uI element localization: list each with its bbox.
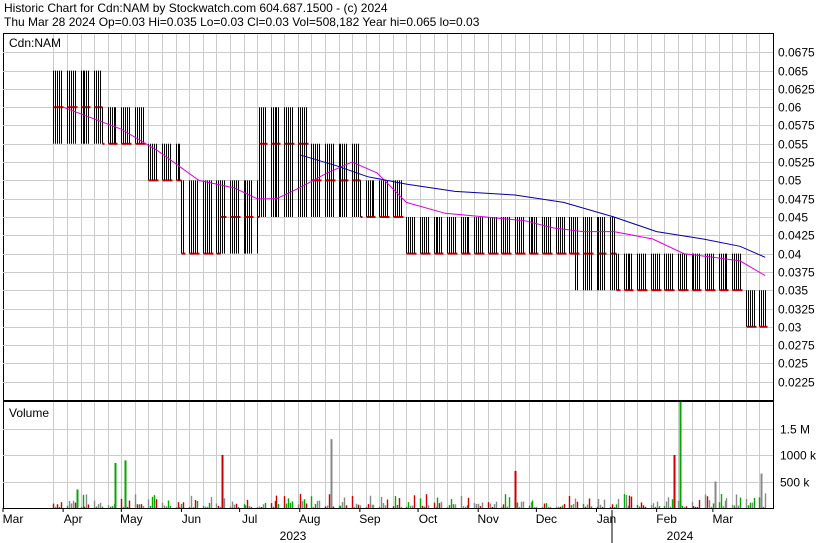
price-tick-label: 0.055	[778, 138, 808, 152]
price-tick-label: 0.0675	[778, 46, 815, 60]
price-bars	[53, 70, 768, 328]
volume-tick-label: 500 k	[780, 476, 810, 490]
price-tick-label: 0.0525	[778, 156, 815, 170]
month-label: Jul	[242, 512, 257, 526]
price-tick-label: 0.0425	[778, 229, 815, 243]
month-label: Sep	[359, 512, 381, 526]
month-label: Nov	[478, 512, 499, 526]
price-tick-label: 0.025	[778, 357, 808, 371]
volume-tick-label: 1.5 M	[780, 423, 810, 437]
price-tick-label: 0.03	[778, 321, 802, 335]
month-axis-labels: Mar Apr May Jun Jul Aug Sep Oct Nov Dec Jan Feb Mar	[2, 508, 734, 526]
price-tick-label: 0.0475	[778, 193, 815, 207]
price-tick-label: 0.0325	[778, 303, 815, 317]
year-label-2023: 2023	[280, 529, 307, 543]
month-label: May	[120, 512, 143, 526]
volume-panel-title: Volume	[9, 406, 49, 420]
price-tick-label: 0.045	[778, 211, 808, 225]
price-tick-label: 0.0225	[778, 376, 815, 390]
month-label: Dec	[536, 512, 557, 526]
price-axis-labels: 0.0675 0.065 0.0625 0.06 0.0575 0.055 0.0525 0.…	[778, 46, 815, 390]
price-tick-label: 0.05	[778, 174, 802, 188]
stock-chart: 0.0675 0.065 0.0625 0.06 0.0575 0.055 0.0525 0.…	[2, 33, 817, 543]
price-tick-label: 0.035	[778, 284, 808, 298]
price-tick-label: 0.0375	[778, 266, 815, 280]
month-label: Mar	[713, 512, 734, 526]
price-tick-label: 0.06	[778, 101, 802, 115]
month-label: Feb	[656, 512, 677, 526]
month-label: Jan	[597, 512, 616, 526]
month-label: Oct	[419, 512, 438, 526]
volume-axis-labels: 1.5 M 1000 k 500 k	[780, 423, 817, 490]
price-tick-label: 0.0625	[778, 83, 815, 97]
price-tick-label: 0.0575	[778, 119, 815, 133]
year-label-2024: 2024	[667, 529, 694, 543]
price-tick-label: 0.04	[778, 248, 802, 262]
price-tick-label: 0.065	[778, 65, 808, 79]
month-label: Mar	[3, 512, 24, 526]
month-label: Jun	[182, 512, 201, 526]
month-label: Aug	[299, 512, 320, 526]
price-panel-title: Cdn:NAM	[9, 36, 61, 50]
price-tick-label: 0.0275	[778, 339, 815, 353]
volume-tick-label: 1000 k	[780, 449, 817, 463]
month-label: Apr	[64, 512, 83, 526]
